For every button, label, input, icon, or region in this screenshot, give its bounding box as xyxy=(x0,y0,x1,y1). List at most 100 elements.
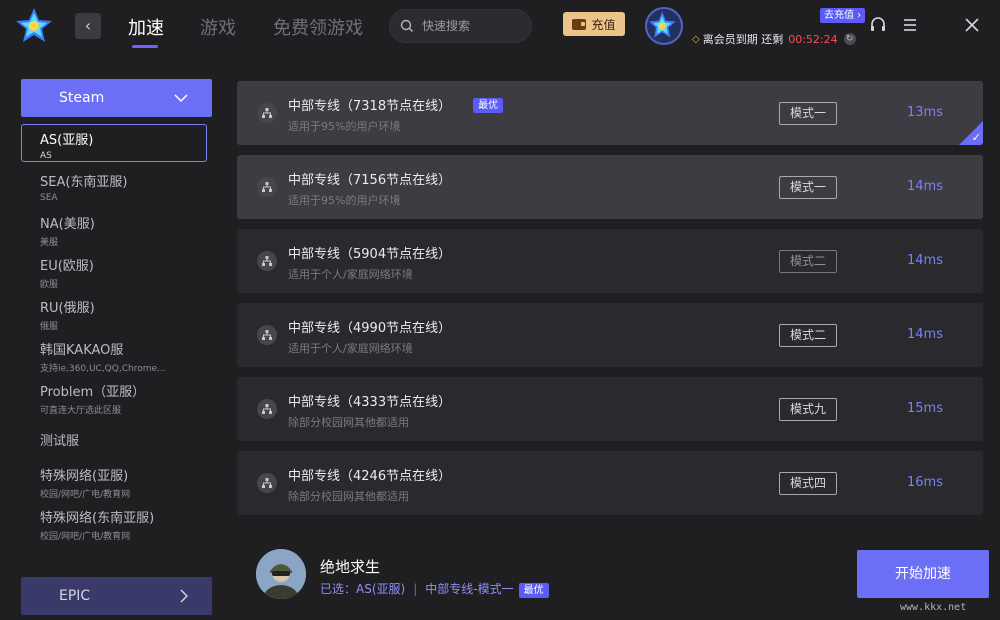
mode-button[interactable]: 模式二 xyxy=(779,324,837,347)
region-sub: 俄服 xyxy=(40,322,59,332)
region-item-na[interactable]: NA(美服) 美服 xyxy=(21,208,207,248)
region-item-eu[interactable]: EU(欧服) 欧服 xyxy=(21,250,207,290)
platform-dropdown-steam[interactable]: Steam xyxy=(21,79,212,117)
game-title: 绝地求生 xyxy=(320,558,381,576)
node-title: 中部专线（7156节点在线） xyxy=(288,173,452,188)
node-row[interactable]: 中部专线（4990节点在线） 适用于个人/家庭网络环境 模式二 14ms xyxy=(237,303,983,367)
mode-button[interactable]: 模式一 xyxy=(779,102,837,125)
ping-value: 14ms xyxy=(907,253,943,268)
vip-timer: 00:52:24 xyxy=(788,32,838,46)
platform-button-epic[interactable]: EPIC xyxy=(21,577,212,615)
node-title: 中部专线（7318节点在线） xyxy=(288,99,452,114)
node-desc: 除部分校园网其他都适用 xyxy=(288,490,409,503)
ping-value: 16ms xyxy=(907,475,943,490)
node-row[interactable]: 中部专线（5904节点在线） 适用于个人/家庭网络环境 模式二 14ms xyxy=(237,229,983,293)
selected-line: 中部专线-模式一 xyxy=(425,582,514,596)
region-sub: SEA xyxy=(40,193,58,203)
region-name: NA(美服) xyxy=(40,217,95,232)
region-sub: 校园/网吧/广电/教育网 xyxy=(40,532,131,542)
node-row[interactable]: 中部专线（7156节点在线） 适用于95%的用户环境 模式一 14ms xyxy=(237,155,983,219)
network-icon xyxy=(257,177,277,197)
app-logo-icon xyxy=(16,8,52,42)
region-sub: 可直连大厅选此区服 xyxy=(40,406,122,416)
node-row[interactable]: 中部专线（4333节点在线） 除部分校园网其他都适用 模式九 15ms xyxy=(237,377,983,441)
close-icon[interactable] xyxy=(962,15,982,35)
active-tab-indicator xyxy=(132,45,158,48)
network-icon xyxy=(257,473,277,493)
recharge-button[interactable]: 充值 xyxy=(563,12,625,36)
region-name: 特殊网络(亚服) xyxy=(40,469,129,484)
region-item-special-as[interactable]: 特殊网络(亚服) 校园/网吧/广电/教育网 xyxy=(21,460,207,500)
region-sub: 欧服 xyxy=(40,280,59,290)
node-title: 中部专线（4990节点在线） xyxy=(288,321,452,336)
region-sub: 支持ie,360,UC,QQ,Chrome... xyxy=(40,364,166,374)
region-item-sea[interactable]: SEA(东南亚服) SEA xyxy=(21,166,207,204)
search-box[interactable] xyxy=(389,9,532,43)
watermark: www.kkx.net xyxy=(900,602,967,613)
mode-button[interactable]: 模式九 xyxy=(779,398,837,421)
region-item-problem[interactable]: Problem（亚服） 可直连大厅选此区服 xyxy=(21,376,207,416)
game-avatar xyxy=(256,549,306,599)
node-row[interactable]: 中部专线（4246节点在线） 除部分校园网其他都适用 模式四 16ms xyxy=(237,451,983,515)
node-desc: 除部分校园网其他都适用 xyxy=(288,416,409,429)
mode-button[interactable]: 模式一 xyxy=(779,176,837,199)
selection-summary: 已选：AS(亚服) | 中部专线-模式一 最优 xyxy=(320,580,549,598)
region-name: Problem（亚服） xyxy=(40,385,146,400)
start-accelerate-button[interactable]: 开始加速 xyxy=(857,550,989,598)
refresh-icon[interactable]: ↻ xyxy=(843,33,856,45)
diamond-icon: ◇ xyxy=(692,33,700,45)
headset-icon[interactable] xyxy=(868,15,888,35)
region-sub: AS xyxy=(40,151,52,161)
recharge-label: 充值 xyxy=(591,17,616,32)
region-sub: 校园/网吧/广电/教育网 xyxy=(40,490,131,500)
back-button[interactable]: ‹ xyxy=(75,13,101,39)
vip-text: 离会员到期 还剩 xyxy=(702,33,784,46)
node-desc: 适用于个人/家庭网络环境 xyxy=(288,342,413,355)
top-bar: ‹ 加速 游戏 免费领游戏 充值 去充值 › ◇ 离会员到期 还剩 00:52:… xyxy=(0,0,1000,56)
region-name: SEA(东南亚服) xyxy=(40,175,128,190)
ping-value: 13ms xyxy=(907,105,943,120)
node-desc: 适用于95%的用户环境 xyxy=(288,194,401,207)
ping-value: 14ms xyxy=(907,327,943,342)
node-desc: 适用于95%的用户环境 xyxy=(288,120,401,133)
mode-button[interactable]: 模式二 xyxy=(779,250,837,273)
region-item-kakao[interactable]: 韩国KAKAO服 支持ie,360,UC,QQ,Chrome... xyxy=(21,334,207,374)
region-item-special-sea[interactable]: 特殊网络(东南亚服) 校园/网吧/广电/教育网 xyxy=(21,502,207,542)
network-icon xyxy=(257,325,277,345)
network-icon xyxy=(257,399,277,419)
search-icon xyxy=(400,19,413,32)
best-badge: 最优 xyxy=(473,98,504,113)
tab-accelerate[interactable]: 加速 xyxy=(128,14,164,40)
mode-button[interactable]: 模式四 xyxy=(779,472,837,495)
search-input[interactable] xyxy=(422,19,512,33)
node-title: 中部专线（4246节点在线） xyxy=(288,469,452,484)
region-item-as[interactable]: AS(亚服) AS xyxy=(21,124,207,162)
tab-free-games[interactable]: 免费领游戏 xyxy=(273,14,363,40)
topup-badge[interactable]: 去充值 › xyxy=(820,8,866,23)
check-icon: ✓ xyxy=(971,131,981,144)
menu-icon[interactable] xyxy=(900,15,920,35)
node-desc: 适用于个人/家庭网络环境 xyxy=(288,268,413,281)
platform-label: Steam xyxy=(59,90,105,106)
region-item-test[interactable]: 测试服 xyxy=(40,430,79,449)
region-name: 韩国KAKAO服 xyxy=(40,343,124,358)
back-icon: ‹ xyxy=(84,16,92,35)
ping-value: 15ms xyxy=(907,401,943,416)
platform-label: EPIC xyxy=(59,588,91,604)
region-name: AS(亚服) xyxy=(40,133,94,148)
soldier-icon xyxy=(256,549,306,599)
node-title: 中部专线（4333节点在线） xyxy=(288,395,452,410)
user-avatar[interactable] xyxy=(645,7,683,45)
region-item-ru[interactable]: RU(俄服) 俄服 xyxy=(21,292,207,332)
node-row[interactable]: 中部专线（7318节点在线） 最优 适用于95%的用户环境 模式一 13ms ✓ xyxy=(237,81,983,145)
region-name: 特殊网络(东南亚服) xyxy=(40,511,155,526)
best-badge: 最优 xyxy=(518,583,549,598)
separator: | xyxy=(413,582,418,596)
selected-prefix: 已选： xyxy=(320,582,357,596)
vip-status: ◇ 离会员到期 还剩 00:52:24 ↻ xyxy=(692,31,856,47)
node-title: 中部专线（5904节点在线） xyxy=(288,247,452,262)
region-name: RU(俄服) xyxy=(40,301,95,316)
topup-label: 去充值 xyxy=(824,10,854,21)
selected-region: AS(亚服) xyxy=(356,582,406,596)
tab-games[interactable]: 游戏 xyxy=(200,14,236,40)
